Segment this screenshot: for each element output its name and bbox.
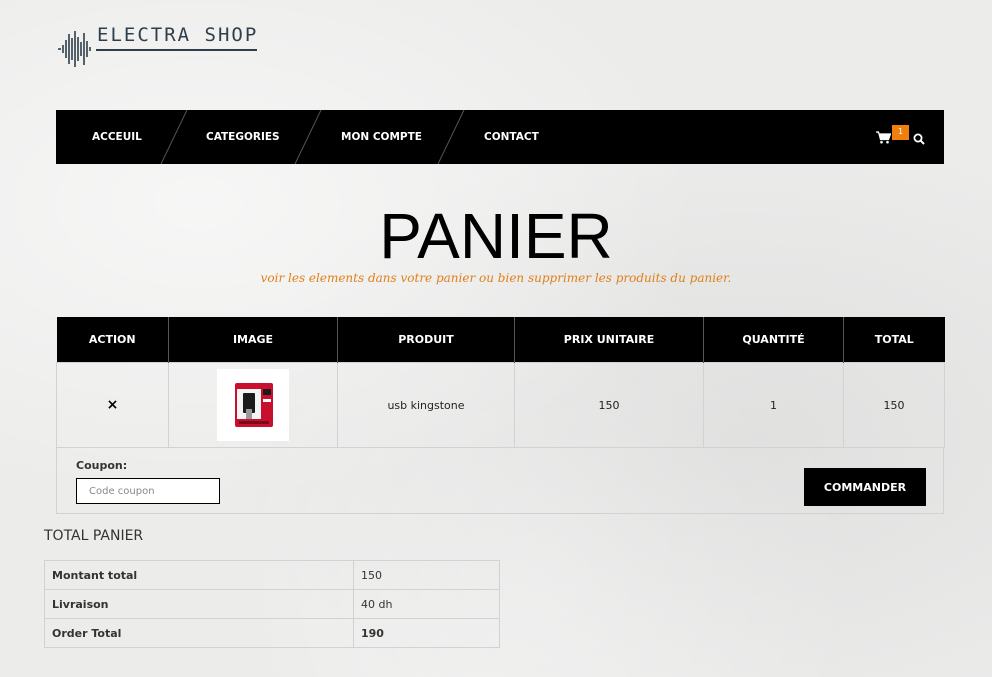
order-total-value: 190 <box>353 618 500 648</box>
action-cell: × <box>56 362 169 448</box>
shipping-label: Livraison <box>44 589 354 619</box>
shipping-value: 40 dh <box>353 589 500 619</box>
brand-underline <box>96 49 257 51</box>
nav-divider <box>160 110 188 164</box>
quantity-cell[interactable]: 1 <box>703 362 844 448</box>
column-header-total: TOTAL <box>843 317 945 363</box>
remove-item-button[interactable]: × <box>107 397 119 413</box>
table-row: Montant total 150 <box>44 560 500 590</box>
subtotal-label: Montant total <box>44 560 354 590</box>
column-header-quantity: QUANTITÉ <box>703 317 844 363</box>
column-header-image: IMAGE <box>168 317 338 363</box>
main-navbar: ACCEUIL CATEGORIES MON COMPTE CONTACT 1 <box>56 110 944 164</box>
page-title: PANIER <box>379 200 613 272</box>
column-header-product: PRODUIT <box>337 317 515 363</box>
usb-drive-picture <box>235 383 273 427</box>
nav-item-mon-compte[interactable]: MON COMPTE <box>341 110 422 164</box>
order-total-label: Order Total <box>44 618 354 648</box>
table-row: Order Total 190 <box>44 618 500 648</box>
subtotal-value: 150 <box>353 560 500 590</box>
column-header-unit-price: PRIX UNITAIRE <box>514 317 704 363</box>
coupon-input[interactable] <box>76 478 220 504</box>
cart-icon[interactable] <box>876 131 891 144</box>
table-row: Livraison 40 dh <box>44 589 500 619</box>
cart-totals-title: TOTAL PANIER <box>44 528 144 544</box>
cart-count-badge: 1 <box>892 125 909 140</box>
soundwave-icon <box>58 31 91 67</box>
cart-table: ACTION IMAGE PRODUIT PRIX UNITAIRE QUANT… <box>56 317 945 448</box>
coupon-section: Coupon: COMMANDER <box>56 447 944 514</box>
coupon-label: Coupon: <box>76 459 128 472</box>
brand-logo[interactable]: ELECTRA SHOP <box>56 22 261 72</box>
brand-name: ELECTRA SHOP <box>97 24 259 46</box>
cart-totals-table: Montant total 150 Livraison 40 dh Order … <box>44 560 500 648</box>
nav-divider <box>437 110 465 164</box>
nav-item-contact[interactable]: CONTACT <box>484 110 539 164</box>
order-button[interactable]: COMMANDER <box>804 468 926 506</box>
product-image[interactable] <box>217 369 289 441</box>
search-icon[interactable] <box>913 133 925 145</box>
nav-item-categories[interactable]: CATEGORIES <box>206 110 280 164</box>
image-cell <box>168 362 338 448</box>
row-total-cell: 150 <box>843 362 945 448</box>
cart-table-header: ACTION IMAGE PRODUIT PRIX UNITAIRE QUANT… <box>56 317 945 363</box>
unit-price-cell: 150 <box>514 362 704 448</box>
column-header-action: ACTION <box>56 317 169 363</box>
product-name-cell: usb kingstone <box>337 362 515 448</box>
table-row: × usb kingstone 150 1 150 <box>56 362 945 448</box>
page-subtitle: voir les elements dans votre panier ou b… <box>260 271 732 285</box>
nav-divider <box>294 110 322 164</box>
nav-item-acceuil[interactable]: ACCEUIL <box>92 110 142 164</box>
